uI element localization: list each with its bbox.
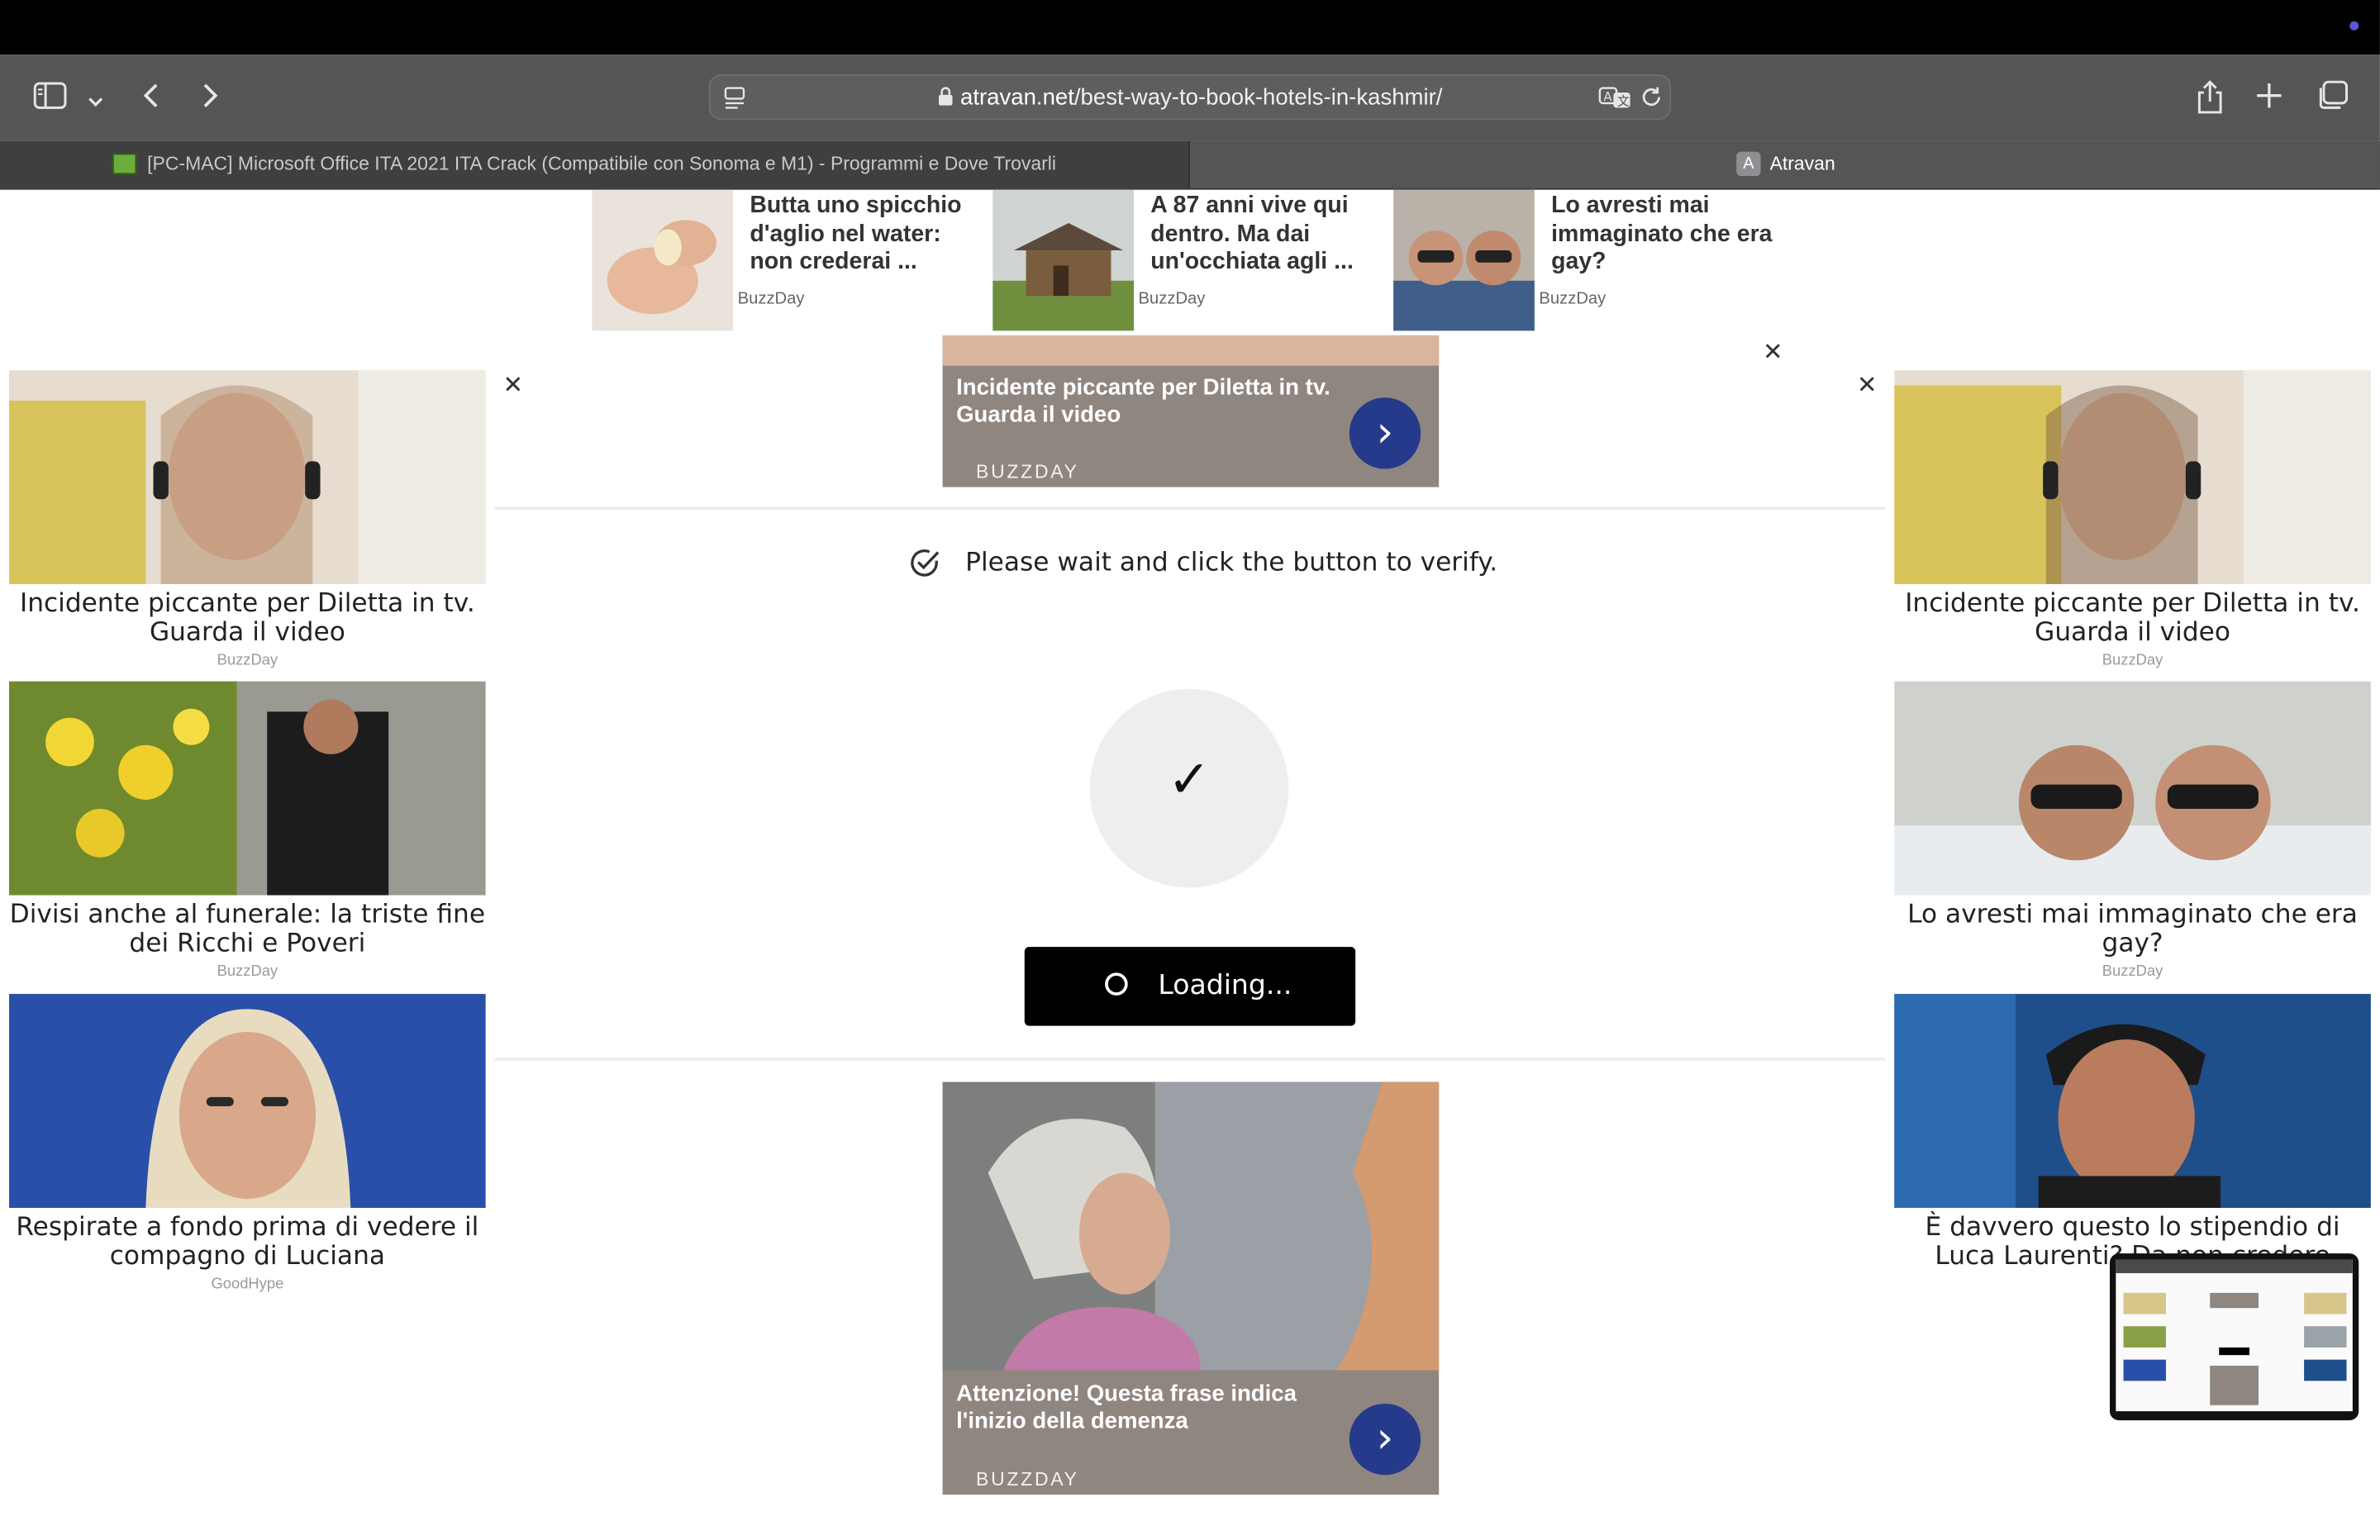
svg-text:文: 文 bbox=[1617, 95, 1630, 109]
ad-source: BuzzDay bbox=[217, 652, 278, 669]
verify-checkbox[interactable]: ✓ bbox=[1089, 688, 1289, 888]
new-tab-icon[interactable] bbox=[2255, 82, 2282, 116]
bottom-banner-ad[interactable]: Attenzione! Questa frase indica l'inizio… bbox=[942, 1081, 1440, 1495]
forward-icon[interactable] bbox=[198, 80, 221, 115]
checkmark-icon: ✓ bbox=[1167, 749, 1211, 810]
man-portrait-image bbox=[1894, 994, 2371, 1209]
top-ad-title: Lo avresti mai immaginato che era gay? bbox=[1551, 192, 1773, 275]
right-ad-card[interactable]: È davvero questo lo stipendio di Luca La… bbox=[1894, 994, 2371, 1297]
ad-source: BuzzDay bbox=[2102, 652, 2163, 669]
banner-title: Incidente piccante per Diletta in tv. Gu… bbox=[956, 374, 1330, 428]
ad-source: GoodHype bbox=[211, 1276, 284, 1293]
close-icon[interactable]: ✕ bbox=[496, 368, 531, 402]
chevron-right-icon[interactable]: › bbox=[1349, 1403, 1421, 1476]
translate-icon[interactable]: A文 bbox=[1598, 85, 1631, 117]
top-banner-ad[interactable]: Incidente piccante per Diletta in tv. Gu… bbox=[942, 335, 1440, 487]
status-dot-icon bbox=[2349, 21, 2359, 31]
tab-label: [PC-MAC] Microsoft Office ITA 2021 ITA C… bbox=[147, 153, 1056, 175]
ad-source: BuzzDay bbox=[2102, 963, 2163, 981]
banner-source: BUZZDAY bbox=[975, 461, 1079, 483]
cabin-image bbox=[992, 189, 1135, 331]
tab-bar: [PC-MAC] Microsoft Office ITA 2021 ITA C… bbox=[0, 140, 2380, 190]
url-path: /best-way-to-book-hotels-in-kashmir/ bbox=[1073, 84, 1443, 112]
chevron-right-icon[interactable]: › bbox=[1349, 397, 1421, 469]
right-ad-card[interactable]: Incidente piccante per Diletta in tv. Gu… bbox=[1894, 370, 2371, 673]
blonde-woman-image bbox=[9, 994, 486, 1209]
top-ad-card[interactable]: Lo avresti mai immaginato che era gay? B… bbox=[1393, 189, 1791, 331]
screenshot-thumbnail[interactable] bbox=[2110, 1253, 2359, 1421]
right-ad-card[interactable]: Lo avresti mai immaginato che era gay? B… bbox=[1894, 681, 2371, 985]
atravan-favicon-icon: A bbox=[1736, 151, 1761, 177]
funeral-flowers-image bbox=[9, 681, 486, 896]
ad-source: BuzzDay bbox=[217, 963, 278, 981]
close-icon[interactable]: ✕ bbox=[1849, 368, 1884, 402]
share-icon[interactable] bbox=[2195, 79, 2225, 123]
top-ad-title: A 87 anni vive qui dentro. Ma dai un'occ… bbox=[1150, 192, 1354, 275]
verify-text: Please wait and click the button to veri… bbox=[965, 548, 1498, 578]
left-ad-card[interactable]: Incidente piccante per Diletta in tv. Gu… bbox=[9, 370, 486, 673]
left-ad-card[interactable]: Divisi anche al funerale: la triste fine… bbox=[9, 681, 486, 985]
browser-toolbar: atravan.net/best-way-to-book-hotels-in-k… bbox=[0, 55, 2380, 141]
menu-bar bbox=[0, 0, 2380, 55]
lock-icon bbox=[937, 87, 952, 112]
url-text[interactable]: atravan.net/best-way-to-book-hotels-in-k… bbox=[711, 85, 1670, 112]
left-ad-card[interactable]: Respirate a fondo prima di vedere il com… bbox=[9, 994, 486, 1297]
banner-source: BUZZDAY bbox=[975, 1468, 1079, 1490]
sidebar-icon[interactable] bbox=[33, 82, 67, 114]
thumbnail-screen bbox=[2116, 1259, 2353, 1412]
top-ad-source: BuzzDay bbox=[737, 289, 805, 308]
banner-title: Attenzione! Questa frase indica l'inizio… bbox=[956, 1381, 1297, 1433]
loading-button[interactable]: Loading... bbox=[1024, 947, 1356, 1026]
ad-caption: Lo avresti mai immaginato che era gay? bbox=[1907, 900, 2358, 959]
tab-label: Atravan bbox=[1769, 153, 1835, 175]
banner-photo bbox=[942, 335, 1440, 366]
ad-caption: Respirate a fondo prima di vedere il com… bbox=[16, 1212, 479, 1272]
garlic-hand-image bbox=[592, 189, 734, 331]
spinner-icon bbox=[1105, 972, 1128, 996]
reload-icon[interactable] bbox=[1640, 85, 1664, 117]
tab-office[interactable]: [PC-MAC] Microsoft Office ITA 2021 ITA C… bbox=[0, 140, 1190, 188]
woman-headphones-image bbox=[1894, 370, 2371, 585]
address-bar[interactable]: atravan.net/best-way-to-book-hotels-in-k… bbox=[708, 74, 1672, 121]
computer-favicon-icon bbox=[112, 153, 137, 175]
two-men-selfie-image bbox=[1894, 681, 2371, 896]
url-host: atravan.net bbox=[960, 84, 1074, 112]
loading-button-label: Loading... bbox=[1158, 969, 1292, 1002]
top-ad-source: BuzzDay bbox=[1539, 289, 1606, 308]
two-men-selfie-image bbox=[1393, 189, 1535, 331]
ad-caption: Incidente piccante per Diletta in tv. Gu… bbox=[20, 588, 475, 649]
top-ad-card[interactable]: Butta uno spicchio d'aglio nel water: no… bbox=[592, 189, 989, 331]
ad-caption: Incidente piccante per Diletta in tv. Gu… bbox=[1905, 588, 2360, 649]
elderly-woman-image bbox=[942, 1081, 1440, 1371]
svg-text:A: A bbox=[1603, 90, 1611, 104]
divider bbox=[494, 1058, 1886, 1061]
woman-headphones-image bbox=[9, 370, 486, 585]
back-icon[interactable] bbox=[140, 80, 164, 115]
top-ad-title: Butta uno spicchio d'aglio nel water: no… bbox=[750, 192, 962, 275]
divider bbox=[494, 506, 1886, 511]
top-ad-card[interactable]: A 87 anni vive qui dentro. Ma dai un'occ… bbox=[992, 189, 1390, 331]
ad-caption: Divisi anche al funerale: la triste fine… bbox=[9, 900, 486, 959]
tab-overview-icon[interactable] bbox=[2316, 80, 2349, 118]
top-ad-source: BuzzDay bbox=[1138, 289, 1206, 308]
chevron-down-icon[interactable] bbox=[87, 85, 105, 116]
close-icon[interactable]: ✕ bbox=[1756, 335, 1790, 369]
check-circle-icon bbox=[907, 544, 943, 581]
tab-atravan[interactable]: A Atravan bbox=[1189, 140, 2380, 188]
